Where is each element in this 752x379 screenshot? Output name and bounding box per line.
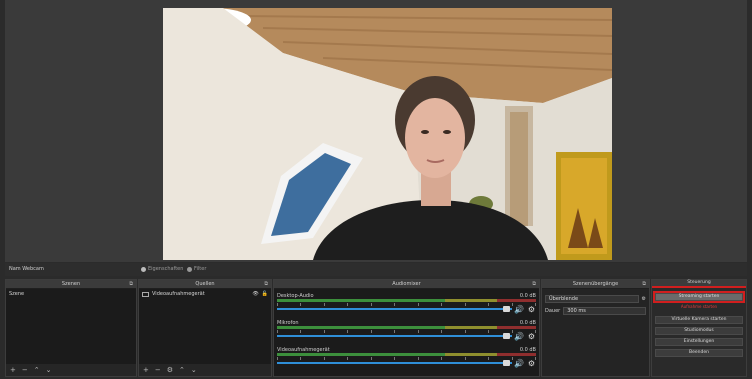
mixer-dock-title: Audiomixer ⧉ [274,280,539,288]
move-down-icon[interactable]: ⌄ [191,366,197,374]
duration-row: Dauer 300 ms [542,305,649,317]
start-recording-button[interactable]: Aufnahme starten [655,304,743,309]
move-up-icon[interactable]: ⌃ [34,366,40,374]
meter-scale [277,303,536,306]
volume-meter [277,326,536,329]
move-up-icon[interactable]: ⌃ [179,366,185,374]
lock-icon[interactable]: 🔓 [262,291,268,297]
filter-icon [187,266,192,272]
mixer-channel: Videoaufnahmegerät 0.0 dB 🔊 ⚙ [277,347,536,368]
scenes-toolbar: + − ⌃ ⌄ [6,364,136,376]
webcam-preview[interactable] [163,8,612,260]
sources-dock: Quellen ⧉ Videoaufnahmegerät 👁 🔓 + − ⚙ ⌃… [138,279,272,377]
scene-transitions-dock: Szenenübergänge ⧉ Überblende ⚙ Dauer 300… [541,279,650,377]
mixer-channels: Desktop-Audio 0.0 dB 🔊 ⚙ Mikrofon 0.0 dB… [274,289,539,376]
scenes-dock: Szenen ⧉ Szene + − ⌃ ⌄ [5,279,137,377]
camera-source-icon [142,291,149,297]
start-streaming-button[interactable]: Streaming starten [653,291,745,303]
meter-scale [277,357,536,360]
fader-handle[interactable] [503,333,510,339]
sources-toolbar: + − ⚙ ⌃ ⌄ [139,364,271,376]
studio-mode-button[interactable]: Studiomodus [655,327,743,335]
transitions-body: Überblende ⚙ Dauer 300 ms [542,289,649,376]
filters-button[interactable]: Filter [187,266,206,272]
meter-scale [277,330,536,333]
volume-fader[interactable] [277,362,512,364]
gear-icon[interactable]: ⚙ [528,359,535,368]
webcam-image [163,8,612,260]
transitions-dock-title: Szenenübergänge ⧉ [542,280,649,288]
scenes-list[interactable]: Szene [6,289,136,364]
gear-icon[interactable]: ⚙ [528,332,535,341]
remove-icon[interactable]: − [155,366,161,374]
sources-list[interactable]: Videoaufnahmegerät 👁 🔓 [139,289,271,364]
transition-type-select[interactable]: Überblende [545,295,639,303]
properties-button[interactable]: Eigenschaften [141,266,183,272]
fader-handle[interactable] [503,360,510,366]
gear-icon[interactable]: ⚙ [528,305,535,314]
speaker-icon[interactable]: 🔊 [514,332,524,341]
speaker-icon[interactable]: 🔊 [514,305,524,314]
dock-float-icon[interactable]: ⧉ [129,280,133,288]
volume-meter [277,299,536,302]
controls-dock: Steuerung Streaming starten Aufnahme sta… [651,279,747,377]
current-source-label: Nam Webcam [9,266,44,272]
gear-icon [141,266,146,272]
list-item[interactable]: Szene [6,289,136,299]
preview-area[interactable] [5,0,747,262]
volume-meter [277,353,536,356]
add-icon[interactable]: + [143,366,149,374]
speaker-icon[interactable]: 🔊 [514,359,524,368]
volume-fader[interactable] [277,308,512,310]
visibility-eye-icon[interactable]: 👁 [252,291,258,297]
dock-float-icon[interactable]: ⧉ [264,280,268,288]
move-down-icon[interactable]: ⌄ [46,366,52,374]
audio-mixer-dock: Audiomixer ⧉ Desktop-Audio 0.0 dB 🔊 ⚙ Mi… [273,279,540,377]
remove-icon[interactable]: − [22,366,28,374]
add-icon[interactable]: + [10,366,16,374]
list-item[interactable]: Videoaufnahmegerät 👁 🔓 [139,289,271,299]
gear-icon[interactable]: ⚙ [167,366,173,374]
duration-input[interactable]: 300 ms [563,307,646,315]
settings-button[interactable]: Einstellungen [655,338,743,346]
duration-label: Dauer [545,308,561,314]
exit-button[interactable]: Beenden [655,349,743,357]
mixer-channel: Mikrofon 0.0 dB 🔊 ⚙ [277,320,536,341]
controls-dock-title: Steuerung [652,280,746,288]
transition-type-row: Überblende ⚙ [542,293,649,305]
virtual-camera-button[interactable]: Virtuelle Kamera starten [655,316,743,324]
gear-icon[interactable]: ⚙ [642,296,646,302]
mixer-channel: Desktop-Audio 0.0 dB 🔊 ⚙ [277,293,536,314]
volume-fader[interactable] [277,335,512,337]
context-bar: Nam Webcam Eigenschaften Filter [5,263,747,276]
scenes-dock-title: Szenen ⧉ [6,280,136,288]
dock-float-icon[interactable]: ⧉ [532,280,536,288]
fader-handle[interactable] [503,306,510,312]
dock-float-icon[interactable]: ⧉ [642,280,646,288]
sources-dock-title: Quellen ⧉ [139,280,271,288]
